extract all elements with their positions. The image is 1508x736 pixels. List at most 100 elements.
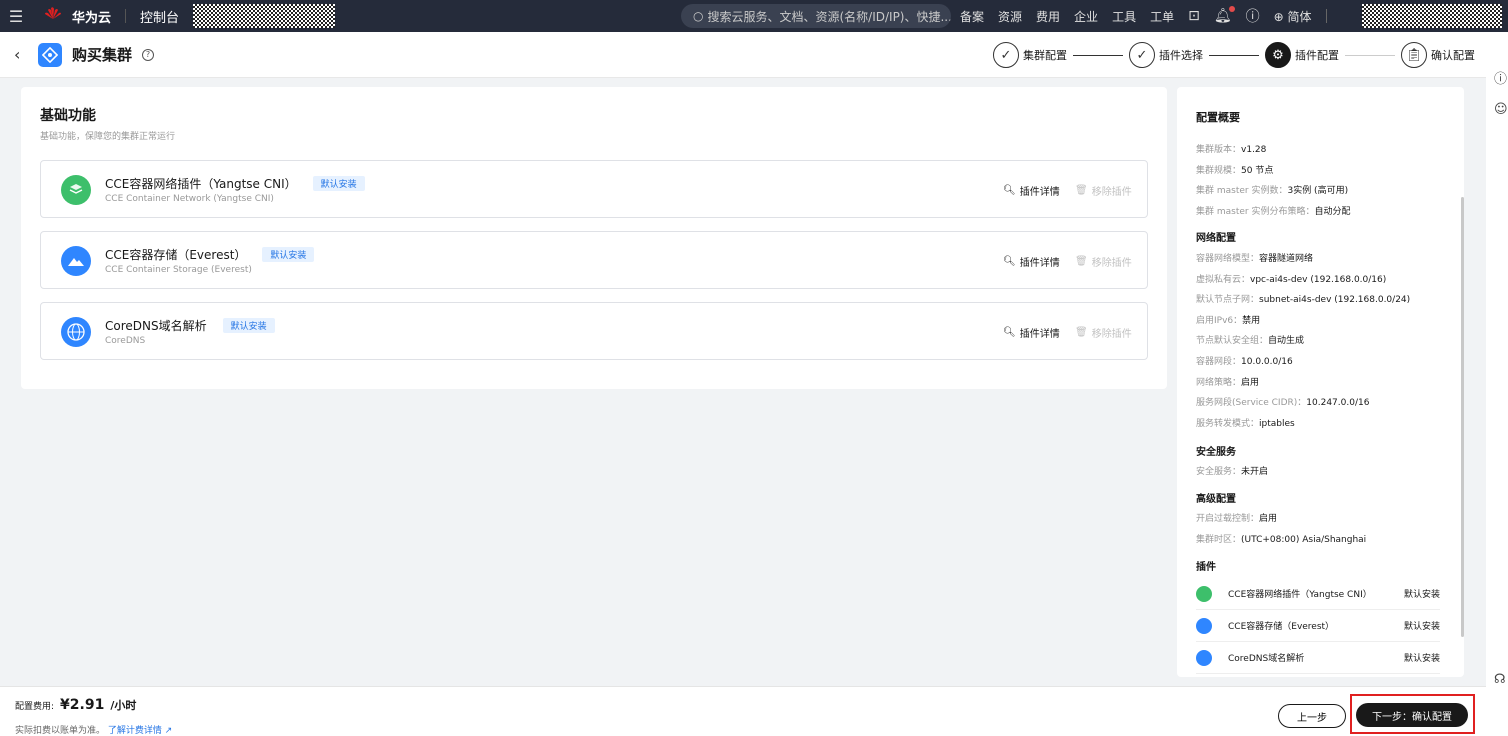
nav-links: 备案 资源 费用 企业 工具 工单 ⊡ 🔔︎ ⓘ ⊕ 简体 [960,0,1327,32]
dns-addon-icon [1196,649,1212,666]
step-connector [1209,54,1259,56]
summary-value: 3实例 (高可用) [1287,186,1349,196]
nav-link-resources[interactable]: 资源 [998,8,1022,25]
remove-addon-button[interactable]: 🗑︎ 移除插件 [1075,183,1132,198]
console-link[interactable]: 控制台 [140,7,179,26]
headset-icon[interactable]: ☊ [1494,672,1506,687]
summary-key: 容器网络模型： [1196,254,1260,264]
nav-link-tools[interactable]: 工具 [1112,8,1136,25]
summary-row: 节点默认安全组：自动生成 [1196,333,1304,346]
addon-card: CCE容器网络插件（Yangtse CNI） 默认安装 CCE Containe… [40,160,1148,218]
remove-addon-button[interactable]: 🗑︎ 移除插件 [1075,325,1132,340]
addon-subtitle: CCE Container Storage (Everest) [105,265,252,275]
summary-key: 集群 master 实例分布策略： [1196,207,1315,217]
addon-subtitle: CCE Container Network (Yangtse CNI) [105,194,274,204]
highlight-box: 下一步：确认配置 [1350,694,1475,734]
summary-row: 容器网络模型：容器隧道网络 [1196,251,1313,264]
menu-icon[interactable]: ☰ [0,0,32,32]
billing-note: 实际扣费以账单为准。 了解计费详情 ↗ [15,723,172,736]
summary-row: 服务转发模式：iptables [1196,416,1295,429]
region-selector-redacted[interactable] [193,4,336,28]
back-arrow-icon[interactable]: ‹ [14,45,34,64]
addon-detail-link[interactable]: 🔍︎ 插件详情 [1003,325,1060,340]
next-step-button[interactable]: 下一步：确认配置 [1356,703,1468,727]
addon-card: CCE容器存储（Everest） 默认安装 CCE Container Stor… [40,231,1148,289]
summary-scrollbar[interactable] [1461,197,1464,637]
billing-details-link[interactable]: 了解计费详情 ↗ [108,726,172,736]
page-title: 购买集群 [72,46,133,64]
summary-value: 10.0.0.0/16 [1241,357,1293,367]
summary-row: 网络策略：启用 [1196,375,1259,388]
cce-app-icon [38,42,62,67]
summary-key: 安全服务： [1196,467,1242,477]
nav-link-enterprise[interactable]: 企业 [1074,8,1098,25]
addon-detail-link[interactable]: 🔍︎ 插件详情 [1003,254,1060,269]
summary-plugin-row: CCE容器网络插件（Yangtse CNI） 默认安装 [1196,578,1440,610]
nav-link-billing[interactable]: 费用 [1036,8,1060,25]
check-icon: ✓ [1129,42,1155,68]
summary-value: 自动生成 [1268,336,1305,346]
addon-detail-link[interactable]: 🔍︎ 插件详情 [1003,183,1060,198]
summary-section-title: 高级配置 [1196,494,1236,505]
summary-section-title: 安全服务 [1196,447,1236,458]
language-selector[interactable]: ⊕ 简体 [1274,8,1312,25]
addon-card: CoreDNS域名解析 默认安装 CoreDNS 🔍︎ 插件详情 🗑︎ 移除插件 [40,302,1148,360]
dns-addon-icon [61,317,91,347]
basic-functions-card: 基础功能 基础功能，保障您的集群正常运行 CCE容器网络插件（Yangtse C… [21,87,1167,389]
detail-icon: 🔍︎ [1003,185,1016,196]
summary-value: vpc-ai4s-dev (192.168.0.0/16) [1250,275,1387,285]
help-icon[interactable]: ⓘ [1246,6,1260,26]
step-connector [1345,54,1395,56]
footer-bar: 配置费用: ¥2.91 /小时 实际扣费以账单为准。 了解计费详情 ↗ 上一步 … [0,686,1486,736]
external-link-icon: ↗ [164,726,173,736]
summary-value: 启用 [1241,378,1260,388]
step-confirm: 📋︎ 确认配置 [1401,42,1475,68]
summary-plugin-row: CCE容器存储（Everest） 默认安装 [1196,610,1440,642]
nav-link-tickets[interactable]: 工单 [1150,8,1174,25]
detail-icon: 🔍︎ [1003,327,1016,338]
summary-key: 集群规模： [1196,166,1242,176]
language-label: 简体 [1287,9,1312,24]
plugin-name: CCE容器存储（Everest） [1228,622,1335,632]
notification-dot [1228,6,1235,12]
summary-key: 集群时区： [1196,535,1242,545]
storage-addon-icon [61,246,91,276]
logo[interactable]: 华为云 [42,5,111,27]
summary-value: 容器隧道网络 [1259,254,1314,264]
remove-addon-button[interactable]: 🗑︎ 移除插件 [1075,254,1132,269]
network-addon-icon [61,175,91,205]
wizard-steps: ✓ 集群配置 ✓ 插件选择 ⚙ 插件配置 📋︎ 确认配置 [993,42,1475,68]
summary-key: 网络策略： [1196,378,1242,388]
brand-name: 华为云 [72,10,112,26]
summary-value: 10.247.0.0/16 [1306,398,1370,408]
nav-link-beian[interactable]: 备案 [960,8,984,25]
step-cluster-config: ✓ 集群配置 [993,42,1067,68]
summary-plugin-row: CoreDNS域名解析 默认安装 [1196,642,1440,674]
summary-row: 虚拟私有云：vpc-ai4s-dev (192.168.0.0/16) [1196,272,1386,285]
top-nav: ☰ 华为云 控制台 ○ 搜索云服务、文档、资源(名称/ID/IP)、快捷... … [0,0,1508,32]
search-placeholder: 搜索云服务、文档、资源(名称/ID/IP)、快捷... [707,9,951,24]
trash-icon: 🗑︎ [1075,327,1088,338]
summary-row: 开启过载控制：启用 [1196,511,1277,524]
previous-step-button[interactable]: 上一步 [1278,704,1346,728]
search-box[interactable]: ○ 搜索云服务、文档、资源(名称/ID/IP)、快捷... [681,4,951,28]
clipboard-icon: 📋︎ [1401,42,1427,68]
link-label: 了解计费详情 [107,726,162,736]
nav-divider [1325,9,1327,23]
huawei-logo-icon [45,7,61,19]
summary-section-title: 网络配置 [1196,233,1236,244]
account-redacted[interactable] [1362,4,1502,28]
terminal-icon[interactable]: ⊡ [1188,8,1200,24]
plugin-name: CCE容器网络插件（Yangtse CNI） [1228,590,1372,600]
bell-icon[interactable]: 🔔︎ [1214,6,1235,24]
help-circle-icon[interactable]: ? [142,48,155,61]
fee-unit: /小时 [110,699,137,712]
summary-value: 禁用 [1242,316,1261,326]
summary-row: 集群 master 实例数：3实例 (高可用) [1196,183,1348,196]
feedback-smile-icon[interactable]: ☺ [1494,102,1508,117]
check-icon: ✓ [993,42,1019,68]
help-float-icon[interactable]: ⓘ [1494,68,1507,87]
storage-addon-icon [1196,617,1212,634]
detail-label: 插件详情 [1019,258,1060,269]
section-subtitle: 基础功能，保障您的集群正常运行 [40,132,176,142]
